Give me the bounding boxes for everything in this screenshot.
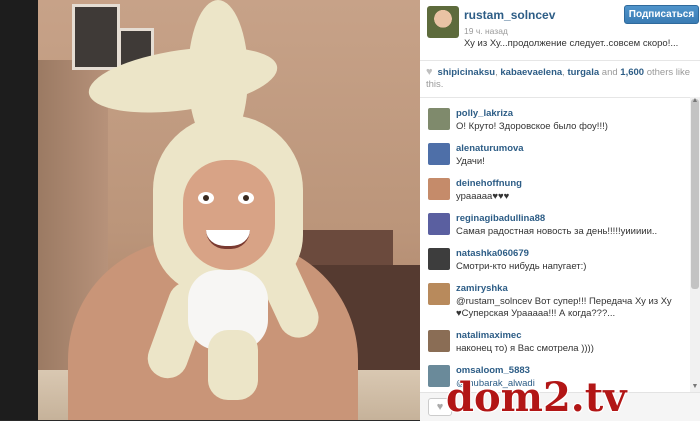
divider xyxy=(420,97,700,98)
post-header: rustam_solncev Подписаться 19 ч. назад Х… xyxy=(420,0,700,60)
photo-toy-legs xyxy=(208,330,258,400)
comment-username[interactable]: natalimaximec xyxy=(456,330,521,341)
photo-area xyxy=(0,0,420,420)
comment-item: deinehoffnung урааааа♥♥♥ xyxy=(420,174,692,209)
photo-eye xyxy=(198,192,214,204)
post-caption: Ху из Ху...продолжение следует..совсем с… xyxy=(464,38,679,49)
comment-text: Самая радостная новость за день!!!!!уиии… xyxy=(456,226,658,237)
author-avatar[interactable] xyxy=(427,6,459,38)
likes-summary: ♥ shipicinaksu, kabaevaelena, turgala and… xyxy=(426,66,696,91)
comment-username[interactable]: polly_lakriza xyxy=(456,108,513,119)
post-sidebar: rustam_solncev Подписаться 19 ч. назад Х… xyxy=(420,0,700,420)
comments-list: polly_lakriza О! Круто! Здоровское было … xyxy=(420,104,692,396)
comment-username[interactable]: deinehoffnung xyxy=(456,178,522,189)
comment-username[interactable]: zamiryshka xyxy=(456,283,508,294)
watermark-logo: dom2.tv xyxy=(446,374,627,421)
comment-username[interactable]: alenaturumova xyxy=(456,143,524,154)
comment-avatar[interactable] xyxy=(428,213,450,235)
comment-text: Смотри-кто нибудь напугает:) xyxy=(456,261,587,272)
comment-avatar[interactable] xyxy=(428,330,450,352)
likes-and: and xyxy=(599,67,621,78)
comment-text: О! Круто! Здоровское было фоу!!!) xyxy=(456,121,608,132)
comment-item: reginagibadullina88 Самая радостная ново… xyxy=(420,209,692,244)
post-photo[interactable] xyxy=(38,0,420,420)
photo-wall-frame xyxy=(72,4,120,70)
author-username[interactable]: rustam_solncev xyxy=(464,8,555,22)
photo-person-face xyxy=(183,160,275,270)
comment-avatar[interactable] xyxy=(428,283,450,305)
comment-item: zamiryshka @rustam_solncev Вот супер!!! … xyxy=(420,279,692,326)
liker-link[interactable]: turgala xyxy=(567,67,599,78)
heart-icon[interactable]: ♥ xyxy=(426,66,433,78)
follow-button[interactable]: Подписаться xyxy=(624,5,699,24)
comment-text-line2: ♥Суперская Урааааа!!! А когда???... xyxy=(456,308,616,319)
scroll-down-icon[interactable]: ▼ xyxy=(691,383,699,391)
comment-text: урааааа♥♥♥ xyxy=(456,191,510,202)
comment-item: polly_lakriza О! Круто! Здоровское было … xyxy=(420,104,692,139)
comment-text: @rustam_solncev Вот супер!!! Передача Ху… xyxy=(456,296,672,307)
post-timestamp: 19 ч. назад xyxy=(464,26,508,36)
comment-text: Удачи! xyxy=(456,156,485,167)
scroll-up-icon[interactable]: ▲ xyxy=(691,97,699,105)
scrollbar-thumb[interactable] xyxy=(691,99,699,289)
photo-eye xyxy=(238,192,254,204)
comment-avatar[interactable] xyxy=(428,143,450,165)
comment-avatar[interactable] xyxy=(428,108,450,130)
likes-more-count[interactable]: 1,600 xyxy=(620,67,644,78)
comment-text: наконец то) я Вас смотрела )))) xyxy=(456,343,594,354)
divider xyxy=(420,60,700,61)
liker-link[interactable]: kabaevaelena xyxy=(500,67,562,78)
comment-item: natalimaximec наконец то) я Вас смотрела… xyxy=(420,326,692,361)
comment-item: natashka060679 Смотри-кто нибудь напугае… xyxy=(420,244,692,279)
comment-avatar[interactable] xyxy=(428,178,450,200)
comment-username[interactable]: natashka060679 xyxy=(456,248,529,259)
comment-avatar[interactable] xyxy=(428,248,450,270)
liker-link[interactable]: shipicinaksu xyxy=(438,67,496,78)
comment-item: alenaturumova Удачи! xyxy=(420,139,692,174)
comment-username[interactable]: reginagibadullina88 xyxy=(456,213,545,224)
